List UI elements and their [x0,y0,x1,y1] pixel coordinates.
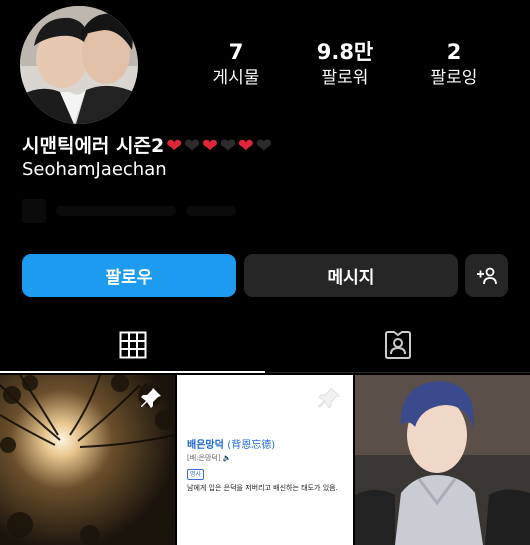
blurred-text-bar [56,206,176,216]
follow-button[interactable]: 팔로우 [22,254,236,297]
avatar-photo [20,6,138,124]
dictionary-word-text: 배은망덕 [187,440,224,451]
dictionary-reading: [배:은망덕] 🔈 [187,453,232,463]
post-thumbnail-2[interactable]: 배은망덕 (背恩忘德) [배:은망덕] 🔈 명사 남에게 입은 은덕을 저버리고… [177,375,353,545]
profile-username: SeohamJaechan [22,159,167,180]
person-add-icon [476,267,497,284]
suggest-people-button[interactable] [465,254,508,297]
red-heart-icon: ❤ [202,135,220,157]
black-heart-icon: ❤ [219,135,238,157]
following-count-number: 2 [446,40,462,64]
followers-count[interactable]: 9.8만 팔로워 [290,40,400,89]
posts-count-number: 7 [228,40,244,64]
message-button[interactable]: 메시지 [244,254,458,297]
pin-icon [318,387,340,409]
tagged-person-icon [384,331,411,359]
post-thumbnail-3[interactable] [355,375,530,545]
profile-name: 시맨틱에러 시즌2 ❤❤❤❤❤❤ [22,131,274,158]
dictionary-hanja: (背恩忘德) [227,440,276,451]
followers-count-label: 팔로워 [321,68,369,88]
dictionary-definition: 남에게 입은 은덕을 저버리고 배신하는 태도가 있음. [187,484,338,492]
blurred-text-bar [186,206,236,216]
red-heart-icon: ❤ [237,135,256,157]
dictionary-pos-tag: 명사 [187,469,205,480]
hearts-emoji-row: ❤❤❤❤❤❤ [166,135,274,157]
posts-count-label: 게시물 [212,68,260,88]
black-heart-icon: ❤ [184,135,203,157]
black-heart-icon: ❤ [255,135,274,157]
following-count[interactable]: 2 팔로잉 [399,40,509,89]
tab-posts-grid[interactable] [0,318,265,373]
tab-tagged[interactable] [265,318,530,373]
dictionary-word: 배은망덕 (背恩忘德) [187,436,275,451]
profile-avatar[interactable] [20,6,138,124]
grid-icon [119,331,146,358]
posts-count[interactable]: 7 게시물 [181,40,291,89]
profile-name-text: 시맨틱에러 시즌2 [22,135,165,157]
red-heart-icon: ❤ [166,135,185,157]
blurred-content-row [22,196,252,226]
following-count-label: 팔로잉 [430,68,478,88]
blurred-thumbnail [22,199,46,223]
post-photo-portrait [355,375,530,545]
pin-icon [141,388,161,408]
followers-count-number: 9.8만 [316,40,374,64]
dictionary-reading-text: [배:은망덕] [187,454,221,462]
speaker-icon: 🔈 [222,454,232,462]
post-thumbnail-1[interactable] [0,375,175,545]
